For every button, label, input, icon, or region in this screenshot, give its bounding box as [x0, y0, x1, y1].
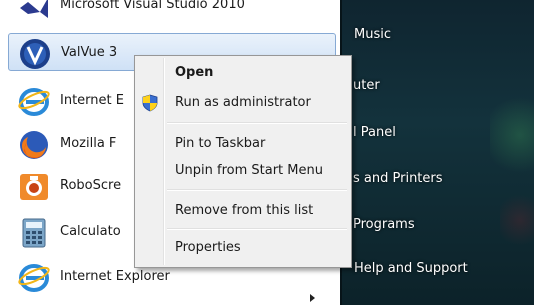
- menu-item-unpin-from-start-menu[interactable]: Unpin from Start Menu: [137, 160, 349, 182]
- menu-item-label: Remove from this list: [175, 203, 314, 218]
- internet-explorer-icon: [18, 88, 50, 116]
- right-item-label: Help and Support: [354, 261, 468, 276]
- menu-separator: [167, 122, 347, 124]
- menu-item-label: Properties: [175, 240, 241, 255]
- menu-item-run-as-administrator[interactable]: Run as administrator: [137, 92, 349, 114]
- menu-item-label: Pin to Taskbar: [175, 136, 266, 151]
- right-item-label: l Panel: [353, 125, 396, 140]
- menu-item-label: Open: [175, 65, 214, 80]
- right-item-control-panel[interactable]: l Panel: [340, 118, 534, 148]
- shield-icon: [142, 94, 158, 112]
- start-menu-right-pane: Music uter l Panel s and Printers Progra…: [340, 0, 534, 305]
- submenu-arrow-icon[interactable]: [310, 294, 315, 302]
- right-item-music[interactable]: Music: [340, 20, 534, 50]
- calculator-icon: [22, 218, 46, 248]
- menu-item-open[interactable]: Open: [137, 62, 349, 84]
- menu-item-pin-to-taskbar[interactable]: Pin to Taskbar: [137, 133, 349, 155]
- program-label: Mozilla F: [60, 136, 117, 151]
- menu-separator: [167, 189, 347, 191]
- right-item-devices-printers[interactable]: s and Printers: [340, 164, 534, 194]
- valvue-icon: [20, 39, 50, 69]
- menu-item-properties[interactable]: Properties: [137, 237, 349, 259]
- program-label: Internet E: [60, 93, 124, 108]
- program-label: ValVue 3: [61, 45, 118, 60]
- program-label: Calculato: [60, 224, 121, 239]
- right-item-computer[interactable]: uter: [340, 71, 534, 101]
- program-item-visual-studio[interactable]: Microsoft Visual Studio 2010: [8, 0, 336, 24]
- right-item-label: Music: [354, 27, 391, 42]
- right-item-help-support[interactable]: Help and Support: [340, 254, 534, 284]
- right-item-default-programs[interactable]: Programs: [340, 210, 534, 240]
- program-label: Microsoft Visual Studio 2010: [60, 0, 245, 12]
- program-label: RoboScre: [60, 178, 122, 193]
- menu-item-label: Run as administrator: [175, 95, 311, 110]
- menu-separator: [167, 228, 347, 230]
- roboscreen-icon: [20, 174, 48, 200]
- context-menu: Open Run as administrator Pin to Taskbar…: [134, 55, 352, 268]
- right-item-label: uter: [353, 78, 380, 93]
- internet-explorer-icon: [18, 264, 50, 292]
- firefox-icon: [20, 131, 48, 159]
- menu-item-label: Unpin from Start Menu: [175, 163, 323, 178]
- right-item-label: s and Printers: [353, 171, 443, 186]
- visual-studio-icon: [20, 0, 48, 18]
- menu-item-remove-from-list[interactable]: Remove from this list: [137, 200, 349, 222]
- right-item-label: Programs: [353, 217, 415, 232]
